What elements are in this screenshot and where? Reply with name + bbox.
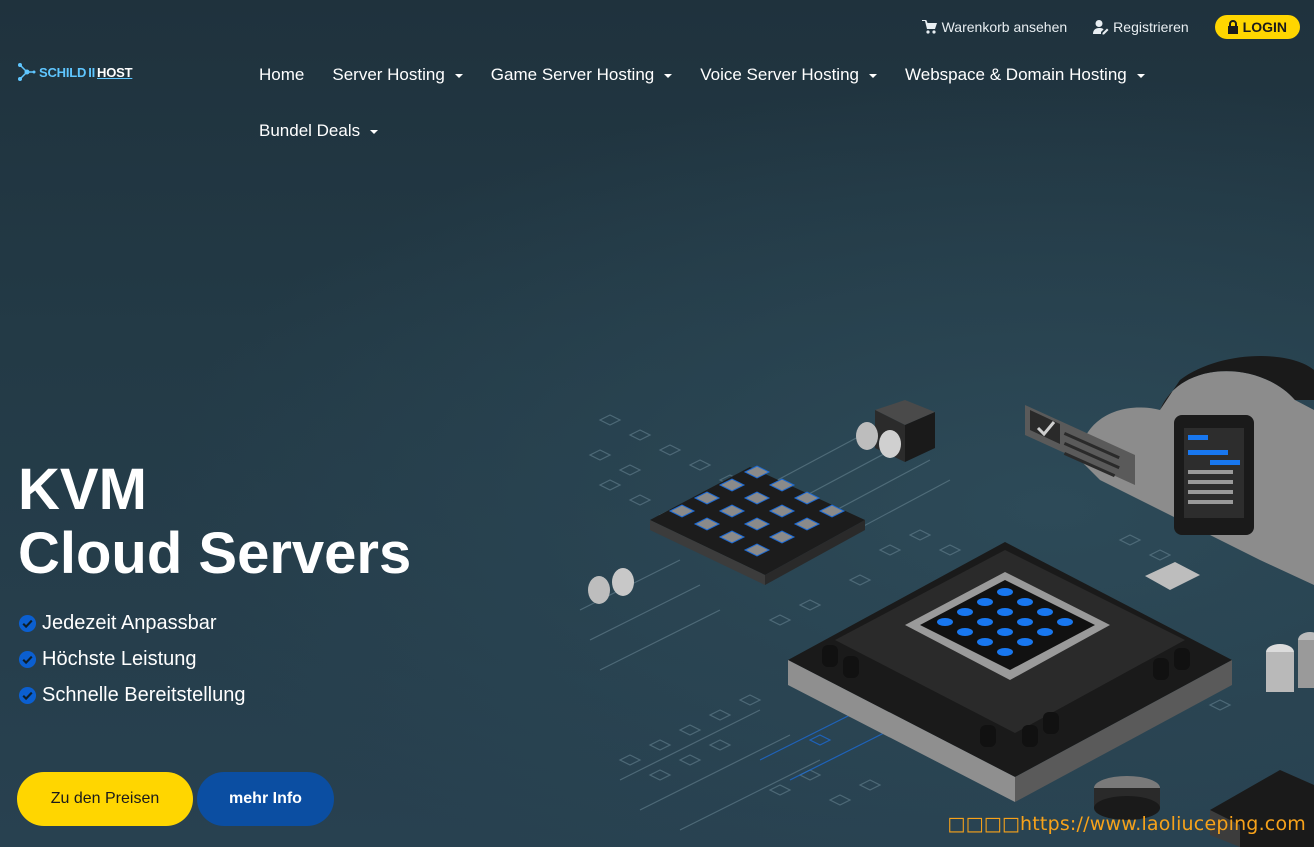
site-logo[interactable]: SCHILD II HOST	[17, 62, 133, 82]
lock-icon	[1227, 20, 1238, 34]
nav-item-game-server-hosting[interactable]: Game Server Hosting	[490, 64, 673, 86]
more-info-button[interactable]: mehr Info	[197, 772, 334, 826]
nav-item-bundel-deals[interactable]: Bundel Deals	[259, 120, 379, 142]
chevron-down-icon	[1136, 74, 1145, 78]
logo-network-icon	[18, 63, 36, 81]
view-cart-link[interactable]: Warenkorb ansehen	[921, 19, 1068, 35]
main-navigation: Home Server Hosting Game Server Hosting …	[259, 64, 1219, 142]
feature-item: Schnelle Bereitstellung	[18, 684, 245, 707]
feature-label: Jedezeit Anpassbar	[42, 612, 217, 634]
nav-item-webspace-domain-hosting[interactable]: Webspace & Domain Hosting	[905, 64, 1145, 86]
user-edit-icon	[1093, 20, 1109, 35]
nav-item-label: Home	[259, 65, 305, 84]
chevron-down-icon	[664, 74, 673, 78]
nav-item-label: Webspace & Domain Hosting	[905, 65, 1127, 84]
nav-item-home[interactable]: Home	[259, 64, 304, 86]
hero-title-line1: KVM	[18, 457, 147, 522]
chevron-down-icon	[869, 74, 877, 78]
nav-item-label: Voice Server Hosting	[700, 65, 859, 84]
chevron-down-icon	[370, 130, 379, 134]
nav-item-voice-server-hosting[interactable]: Voice Server Hosting	[700, 64, 877, 86]
feature-item: Jedezeit Anpassbar	[18, 612, 245, 635]
logo-text-part2: II	[88, 64, 96, 80]
pricing-button[interactable]: Zu den Preisen	[17, 772, 193, 826]
chevron-down-icon	[454, 74, 463, 78]
check-circle-icon	[18, 650, 37, 669]
nav-item-label: Bundel Deals	[259, 121, 361, 140]
hero-title-line2: Cloud Servers	[18, 521, 412, 586]
check-circle-icon	[18, 614, 37, 633]
cloud-server-illustration	[579, 356, 1314, 847]
watermark-text: □□□□https://www.laoliuceping.com	[947, 813, 1306, 835]
nav-item-label: Server Hosting	[332, 65, 445, 84]
cart-icon	[921, 20, 937, 34]
top-bar: Warenkorb ansehen Registrieren LOGIN	[921, 0, 1300, 54]
login-label: LOGIN	[1242, 19, 1287, 35]
logo-text-part3: HOST	[97, 64, 133, 80]
feature-label: Höchste Leistung	[42, 648, 197, 670]
login-button[interactable]: LOGIN	[1214, 15, 1300, 39]
feature-item: Höchste Leistung	[18, 648, 245, 671]
hero-title: KVM Cloud Servers	[18, 458, 411, 586]
feature-list: Jedezeit Anpassbar Höchste Leistung Schn…	[18, 612, 245, 707]
nav-item-server-hosting[interactable]: Server Hosting	[332, 64, 463, 86]
check-circle-icon	[18, 686, 37, 705]
nav-item-label: Game Server Hosting	[490, 65, 655, 84]
logo-text-part1: SCHILD	[39, 64, 87, 80]
register-label: Registrieren	[1113, 19, 1189, 35]
feature-label: Schnelle Bereitstellung	[42, 684, 246, 706]
register-link[interactable]: Registrieren	[1093, 19, 1189, 35]
view-cart-label: Warenkorb ansehen	[941, 19, 1068, 35]
